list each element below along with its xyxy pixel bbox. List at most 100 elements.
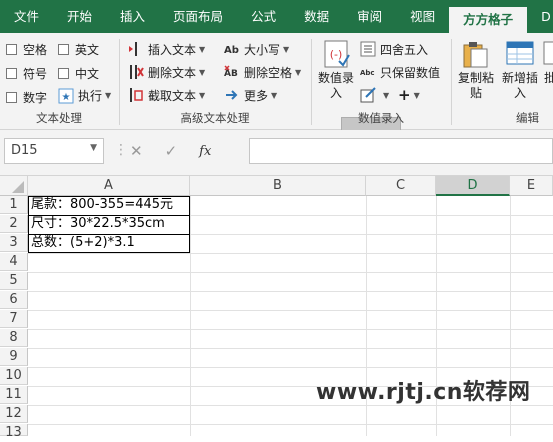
name-box[interactable]: D15 ▼	[4, 138, 104, 164]
watermark-text: www.rjtj.cn软荐网	[316, 380, 531, 405]
round-button[interactable]: 四舍五入	[360, 39, 428, 59]
group-advanced-text: 插入文本 ▼ 删除文本 ▼ 截取文本 ▼ Ab 大小写 ▼ AB 删除空格 ▼ 更多 ▼ 高…	[120, 33, 401, 137]
row-header-2[interactable]: 2	[0, 215, 28, 233]
row-header-10[interactable]: 10	[0, 367, 28, 385]
column-header-e[interactable]: E	[510, 176, 553, 196]
tab-home[interactable]: 开始	[53, 0, 106, 33]
batch-button[interactable]: 批	[540, 35, 553, 86]
numeric-entry-label: 数值录 入	[317, 71, 354, 100]
numeric-entry-icon: (-)	[321, 39, 351, 69]
chevron-down-icon: ▼	[105, 91, 112, 100]
keep-numeric-icon: Abc	[360, 64, 376, 80]
keep-numeric-button[interactable]: Abc 只保留数值	[360, 62, 440, 82]
tab-formulas[interactable]: 公式	[237, 0, 290, 33]
copy-paste-button[interactable]: 复制粘 贴	[454, 35, 498, 101]
row-header-1[interactable]: 1	[0, 196, 28, 214]
plus-icon: +	[398, 86, 411, 104]
row-header-13[interactable]: 13	[0, 424, 28, 440]
numeric-entry-button[interactable]: (-) 数值录 入	[314, 35, 358, 101]
keep-numeric-label: 只保留数值	[380, 65, 441, 80]
tab-fangfang[interactable]: 方方格子	[449, 7, 528, 33]
column-header-b[interactable]: B	[190, 176, 366, 196]
checkbox-digit[interactable]: 数字	[6, 89, 47, 106]
checkbox-box	[58, 68, 69, 79]
insert-text-button[interactable]: 插入文本 ▼	[128, 39, 205, 59]
chevron-down-icon: ▼	[199, 67, 206, 77]
chevron-down-icon: ▼	[283, 44, 290, 54]
case-button[interactable]: Ab 大小写 ▼	[224, 39, 289, 59]
ribbon-tabs: 文件 开始 插入 页面布局 公式 数据 审阅 视图 方方格子 D	[0, 0, 553, 33]
checkbox-english[interactable]: 英文	[58, 41, 99, 58]
row-header-11[interactable]: 11	[0, 386, 28, 404]
fx-button[interactable]: fx	[199, 144, 211, 159]
column-header-c[interactable]: C	[366, 176, 436, 196]
gridline	[28, 291, 553, 292]
chevron-down-icon: ▼	[383, 90, 390, 100]
new-insert-button[interactable]: 新增插 入	[498, 35, 542, 101]
tab-file[interactable]: 文件	[0, 0, 53, 33]
column-header-a[interactable]: A	[28, 176, 190, 196]
new-insert-label: 新增插 入	[501, 71, 538, 100]
chevron-down-icon[interactable]: ▼	[90, 143, 97, 153]
formula-input[interactable]	[249, 138, 553, 164]
checkbox-symbol-label: 符号	[23, 67, 48, 81]
row-header-4[interactable]: 4	[0, 253, 28, 271]
tab-data[interactable]: 数据	[290, 0, 343, 33]
row-header-9[interactable]: 9	[0, 348, 28, 366]
round-label: 四舍五入	[380, 42, 429, 57]
cell-a1[interactable]: 尾款：800-355=445元	[29, 196, 190, 214]
gridline	[28, 424, 553, 425]
plus-button[interactable]: + ▼	[398, 85, 420, 105]
check-icon[interactable]: ✓	[165, 142, 178, 160]
checkbox-box	[58, 44, 69, 55]
delete-space-icon: AB	[224, 64, 240, 80]
row-header-5[interactable]: 5	[0, 272, 28, 290]
tab-view[interactable]: 视图	[396, 0, 449, 33]
more-button[interactable]: 更多 ▼	[224, 85, 277, 105]
checkbox-box	[6, 68, 17, 79]
row-header-8[interactable]: 8	[0, 329, 28, 347]
cut-text-label: 截取文本	[148, 88, 197, 103]
gridline	[190, 196, 191, 436]
row-header-7[interactable]: 7	[0, 310, 28, 328]
row-header-3[interactable]: 3	[0, 234, 28, 252]
copy-paste-label: 复制粘 贴	[457, 71, 494, 100]
svg-text:Abc: Abc	[360, 69, 375, 77]
cell-a3[interactable]: 总数：(5+2)*3.1	[29, 234, 190, 252]
group-label-advanced-text: 高级文本处理	[180, 111, 250, 125]
table-insert-icon	[505, 39, 535, 69]
tab-d[interactable]: D	[527, 0, 553, 33]
execute-label: 执行	[78, 89, 103, 103]
arrow-right-icon	[224, 87, 240, 103]
tab-review[interactable]: 审阅	[343, 0, 396, 33]
checkbox-chinese[interactable]: 中文	[58, 65, 99, 82]
edit-check-button[interactable]: ▼	[360, 85, 389, 105]
delete-space-label: 删除空格	[244, 65, 293, 80]
row-header-12[interactable]: 12	[0, 405, 28, 423]
row-header-6[interactable]: 6	[0, 291, 28, 309]
round-icon	[360, 41, 376, 57]
gridline	[28, 367, 553, 368]
tab-insert[interactable]: 插入	[106, 0, 159, 33]
edit-check-icon	[360, 87, 376, 103]
cancel-icon[interactable]: ✕	[130, 142, 143, 160]
cut-text-icon	[128, 87, 144, 103]
case-icon: Ab	[224, 41, 240, 57]
tab-page-layout[interactable]: 页面布局	[159, 0, 237, 33]
svg-text:AB: AB	[224, 69, 238, 79]
delete-space-button[interactable]: AB 删除空格 ▼	[224, 62, 301, 82]
execute-button[interactable]: ★ 执行 ▼	[58, 87, 111, 104]
gridline	[28, 329, 553, 330]
checkbox-symbol[interactable]: 符号	[6, 65, 47, 82]
column-header-d[interactable]: D	[436, 176, 510, 196]
chevron-down-icon: ▼	[271, 90, 278, 100]
cut-text-button[interactable]: 截取文本 ▼	[128, 85, 205, 105]
batch-label: 批	[543, 71, 553, 85]
cell-a2[interactable]: 尺寸：30*22.5*35cm	[29, 215, 190, 233]
select-all-corner[interactable]	[0, 176, 28, 196]
group-edit: 复制粘 贴 新增插 入 批 编辑	[452, 33, 553, 130]
delete-text-button[interactable]: 删除文本 ▼	[128, 62, 205, 82]
more-label: 更多	[244, 88, 269, 103]
svg-text:(-): (-)	[330, 48, 343, 61]
checkbox-space[interactable]: 空格	[6, 41, 47, 58]
